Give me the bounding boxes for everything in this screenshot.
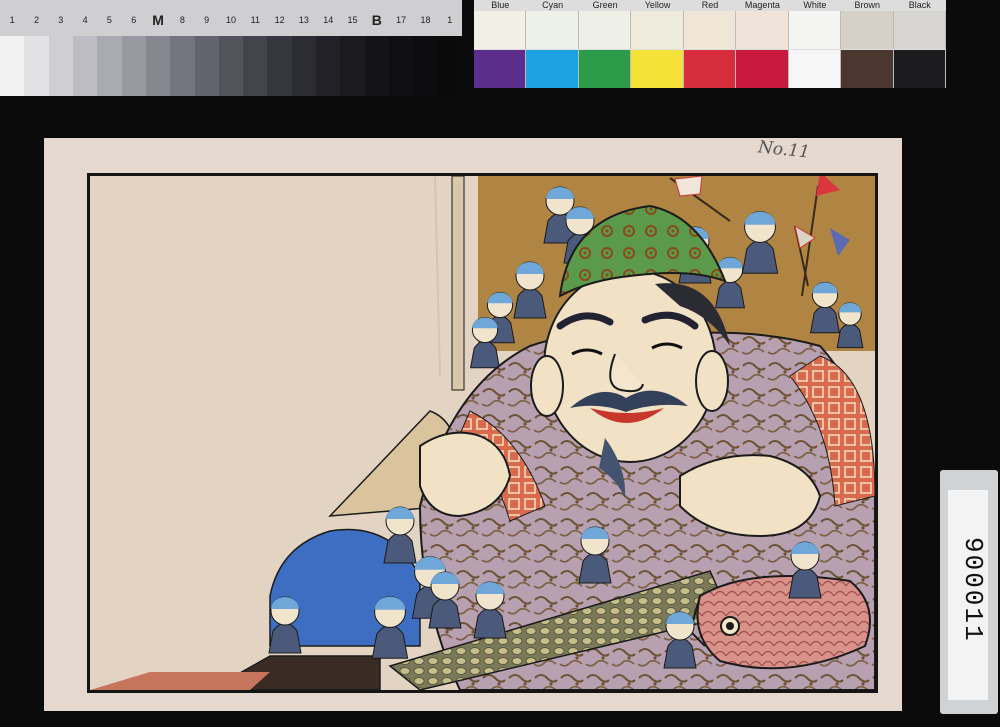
grey-tick: 15 <box>347 15 358 25</box>
grey-patch <box>72 36 98 96</box>
grey-patch <box>413 36 438 96</box>
grey-patch <box>291 36 317 96</box>
grey-tick: 18 <box>420 15 431 25</box>
color-patch <box>893 50 946 88</box>
color-patch <box>841 11 894 49</box>
grey-tick: 1 <box>447 15 453 25</box>
grey-tick: 9 <box>204 15 210 25</box>
grey-patch <box>48 36 73 96</box>
grey-tick: 14 <box>323 15 334 25</box>
grey-tick: 5 <box>106 15 112 25</box>
color-patch <box>578 11 632 49</box>
color-labels: Blue Cyan Green Yellow Red Magenta White… <box>474 0 946 10</box>
color-patch <box>631 50 684 88</box>
color-label: Red <box>701 0 719 10</box>
color-label: Yellow <box>644 0 671 10</box>
grey-patch <box>389 36 414 96</box>
grey-tick: 8 <box>179 15 185 25</box>
woodblock-print-frame <box>87 173 878 693</box>
grey-tick: B <box>371 12 382 28</box>
color-patch <box>893 11 946 49</box>
color-label: Black <box>908 0 931 10</box>
grey-patch <box>194 36 219 96</box>
grey-tick: 4 <box>82 15 88 25</box>
color-patch <box>788 50 842 88</box>
grey-tick: 13 <box>298 15 309 25</box>
grey-tick: 1 <box>9 15 15 25</box>
grey-tick: 6 <box>131 15 137 25</box>
color-label: Blue <box>491 0 510 10</box>
color-checker-target: Blue Cyan Green Yellow Red Magenta White… <box>474 0 946 88</box>
grey-patch <box>364 36 389 96</box>
color-patch <box>736 50 789 88</box>
color-patch <box>474 50 527 88</box>
woodblock-illustration <box>90 176 875 690</box>
color-label: Brown <box>854 0 881 10</box>
accession-number: 900011 <box>958 537 988 643</box>
color-row-light <box>474 11 946 49</box>
grey-tick: 11 <box>250 15 260 25</box>
grey-patch <box>218 36 244 96</box>
grey-patch <box>97 36 122 96</box>
color-patch <box>474 11 527 49</box>
color-patch <box>526 11 579 49</box>
color-patch <box>578 50 632 88</box>
grey-patch <box>170 36 195 96</box>
color-label: Cyan <box>542 0 564 10</box>
grey-patch <box>121 36 146 96</box>
grey-patch <box>0 36 25 96</box>
color-patch <box>788 11 842 49</box>
color-label: Magenta <box>744 0 780 10</box>
grey-tick: 2 <box>33 15 39 25</box>
grey-patch <box>24 36 49 96</box>
grey-patch <box>437 36 462 96</box>
grey-tick: M <box>152 12 164 28</box>
grey-patch <box>145 36 171 96</box>
grey-patch <box>316 36 341 96</box>
grey-scale-numbers: 1 2 3 4 5 6 M 8 9 10 11 12 13 14 15 B 17… <box>0 8 462 32</box>
grey-patch <box>243 36 268 96</box>
grey-patch <box>340 36 365 96</box>
color-patch <box>526 50 579 88</box>
color-patch <box>736 11 789 49</box>
grey-tick: 17 <box>396 15 407 25</box>
color-patch <box>841 50 894 88</box>
color-row-saturated <box>474 50 946 88</box>
color-patch <box>683 50 737 88</box>
grey-tick: 12 <box>274 15 285 25</box>
color-label: Green <box>592 0 618 10</box>
color-label: White <box>803 0 827 10</box>
grey-tick: 3 <box>58 15 64 25</box>
grey-tick: 10 <box>225 15 236 25</box>
grey-scale-patches <box>0 36 462 96</box>
color-patch <box>683 11 737 49</box>
grey-patch <box>267 36 292 96</box>
color-patch <box>631 11 684 49</box>
screen-edge <box>451 176 465 391</box>
grey-scale-target: 1 2 3 4 5 6 M 8 9 10 11 12 13 14 15 B 17… <box>0 0 462 96</box>
sea-bream <box>688 575 871 670</box>
